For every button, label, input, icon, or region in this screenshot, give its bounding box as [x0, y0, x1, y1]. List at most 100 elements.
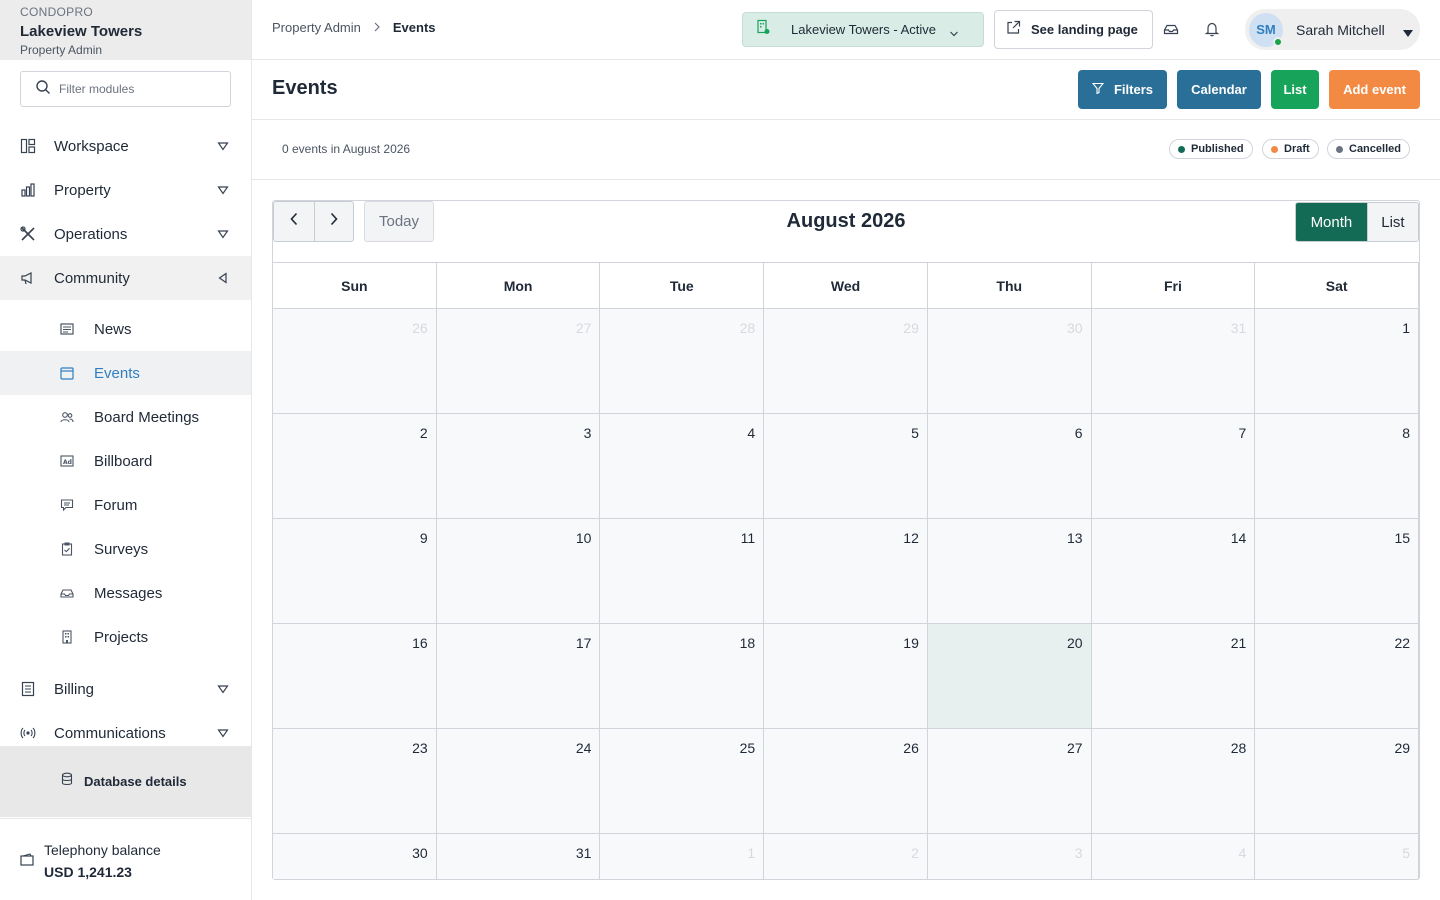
calendar-day-cell[interactable]: 11: [600, 519, 765, 623]
property-selector-label: Lakeview Towers - Active: [791, 22, 936, 37]
wallet-icon: [20, 853, 34, 900]
day-number: 3: [583, 425, 592, 441]
calendar-day-cell[interactable]: 6: [927, 414, 1092, 518]
day-number: 4: [1238, 845, 1247, 861]
calendar-day-cell[interactable]: 2: [273, 414, 437, 518]
filters-button[interactable]: Filters: [1078, 70, 1167, 109]
nav-workspace[interactable]: Workspace: [0, 124, 251, 168]
database-details-button[interactable]: Database details: [0, 746, 251, 817]
calendar-day-cell[interactable]: 31: [1091, 309, 1256, 413]
calendar-day-cell[interactable]: 9: [273, 519, 437, 623]
calendar-day-cell[interactable]: 16: [273, 624, 437, 728]
calendar-view-button[interactable]: Calendar: [1177, 70, 1261, 109]
calendar-weeks: 26 27 28 29 30 31 1 2 3 4 5 6 7 8 9 10 11 12 13 14 15 16 17 18 1…: [273, 309, 1420, 879]
calendar-day-cell[interactable]: 19: [764, 624, 928, 728]
calendar-day-cell[interactable]: 18: [600, 624, 765, 728]
calendar-day-cell[interactable]: 12: [764, 519, 928, 623]
calendar-day-cell[interactable]: 20: [927, 624, 1092, 728]
calendar-day-cell[interactable]: 15: [1255, 519, 1420, 623]
calendar-day-cell[interactable]: 30: [273, 834, 437, 879]
broadcast-icon: [20, 725, 36, 741]
calendar-day-cell[interactable]: 14: [1091, 519, 1256, 623]
calendar-day-cell[interactable]: 27: [927, 729, 1092, 833]
chevron-left-icon: [217, 271, 229, 284]
filter-modules-input[interactable]: Filter modules: [20, 71, 231, 107]
calendar-day-cell[interactable]: 13: [927, 519, 1092, 623]
nav-property[interactable]: Property: [0, 168, 251, 212]
sidebar-item-surveys[interactable]: Surveys: [0, 527, 251, 571]
day-number: 31: [1230, 320, 1247, 336]
see-landing-page-button[interactable]: See landing page: [994, 10, 1153, 49]
sidebar-item-billboard[interactable]: Ad Billboard: [0, 439, 251, 483]
day-number: 7: [1238, 425, 1247, 441]
property-selector[interactable]: Lakeview Towers - Active: [742, 12, 984, 47]
calendar-day-cell[interactable]: 8: [1255, 414, 1420, 518]
calendar-day-cell[interactable]: 3: [436, 414, 601, 518]
calendar-day-cell[interactable]: 28: [1091, 729, 1256, 833]
breadcrumb-root[interactable]: Property Admin: [272, 20, 361, 35]
events-summary: 0 events in August 2026 Published Draft …: [252, 120, 1440, 180]
calendar-day-cell[interactable]: 5: [1255, 834, 1420, 879]
user-menu[interactable]: SM Sarah Mitchell: [1245, 9, 1420, 50]
add-event-button[interactable]: Add event: [1329, 70, 1420, 109]
calendar-day-cell[interactable]: 10: [436, 519, 601, 623]
calendar-day-cell[interactable]: 26: [273, 309, 437, 413]
calendar-day-cell[interactable]: 1: [1255, 309, 1420, 413]
sidebar-item-projects[interactable]: Projects: [0, 615, 251, 659]
list-view-button[interactable]: List: [1271, 70, 1319, 109]
nav-operations[interactable]: Operations: [0, 212, 251, 256]
calendar-day-cell[interactable]: 5: [764, 414, 928, 518]
chat-icon: [60, 498, 74, 512]
nav-community-label: Community: [54, 269, 130, 287]
day-number: 19: [903, 635, 919, 651]
nav-community[interactable]: Community: [0, 256, 251, 300]
day-number: 31: [575, 845, 592, 861]
sidebar-item-events[interactable]: Events: [0, 351, 251, 395]
calendar-day-cell[interactable]: 7: [1091, 414, 1256, 518]
sidebar-item-messages[interactable]: Messages: [0, 571, 251, 615]
day-number: 23: [412, 740, 428, 756]
bell-icon[interactable]: [1204, 21, 1220, 42]
weekday-sun: Sun: [273, 263, 437, 308]
nav-billing[interactable]: Billing: [0, 667, 251, 711]
calendar-day-cell[interactable]: 30: [927, 309, 1092, 413]
calendar-day-cell[interactable]: 24: [436, 729, 601, 833]
calendar-day-cell[interactable]: 2: [764, 834, 928, 879]
calendar-day-cell[interactable]: 17: [436, 624, 601, 728]
day-number: 30: [1067, 320, 1083, 336]
calendar-day-cell[interactable]: 23: [273, 729, 437, 833]
telephony-label: Telephony balance: [44, 842, 161, 858]
calendar-month-title: August 2026: [786, 210, 906, 232]
calendar-day-cell[interactable]: 3: [927, 834, 1092, 879]
calendar-week-row: 26 27 28 29 30 31 1: [273, 309, 1420, 414]
calendar-day-cell[interactable]: 21: [1091, 624, 1256, 728]
database-details-label: Database details: [84, 774, 187, 789]
sidebar-item-news[interactable]: News: [0, 307, 251, 351]
sidebar-item-label: Forum: [94, 496, 138, 514]
calendar-day-cell[interactable]: 25: [600, 729, 765, 833]
day-number: 12: [903, 530, 919, 546]
calendar-day-cell[interactable]: 28: [600, 309, 765, 413]
legend-draft: Draft: [1262, 139, 1319, 159]
calendar-day-cell[interactable]: 26: [764, 729, 928, 833]
day-number: 20: [1067, 635, 1083, 651]
list-view-toggle-button[interactable]: List: [1366, 203, 1418, 241]
month-view-button[interactable]: Month: [1296, 203, 1367, 241]
top-bar: Property Admin Events Lakeview Towers - …: [252, 0, 1440, 60]
calendar-day-cell[interactable]: 29: [1255, 729, 1420, 833]
building-icon: [60, 630, 74, 644]
calendar-day-cell[interactable]: 29: [764, 309, 928, 413]
weekday-mon: Mon: [437, 263, 601, 308]
calendar-day-cell[interactable]: 4: [1091, 834, 1256, 879]
calendar-day-cell[interactable]: 31: [436, 834, 601, 879]
calendar-day-cell[interactable]: 1: [600, 834, 765, 879]
calendar-day-cell[interactable]: 4: [600, 414, 765, 518]
calendar-day-cell[interactable]: 22: [1255, 624, 1420, 728]
inbox-icon[interactable]: [1163, 21, 1179, 42]
sidebar-item-board-meetings[interactable]: Board Meetings: [0, 395, 251, 439]
day-number: 28: [1230, 740, 1247, 756]
sidebar-item-forum[interactable]: Forum: [0, 483, 251, 527]
breadcrumb: Property Admin Events: [272, 20, 436, 35]
day-number: 27: [575, 320, 592, 336]
calendar-day-cell[interactable]: 27: [436, 309, 601, 413]
